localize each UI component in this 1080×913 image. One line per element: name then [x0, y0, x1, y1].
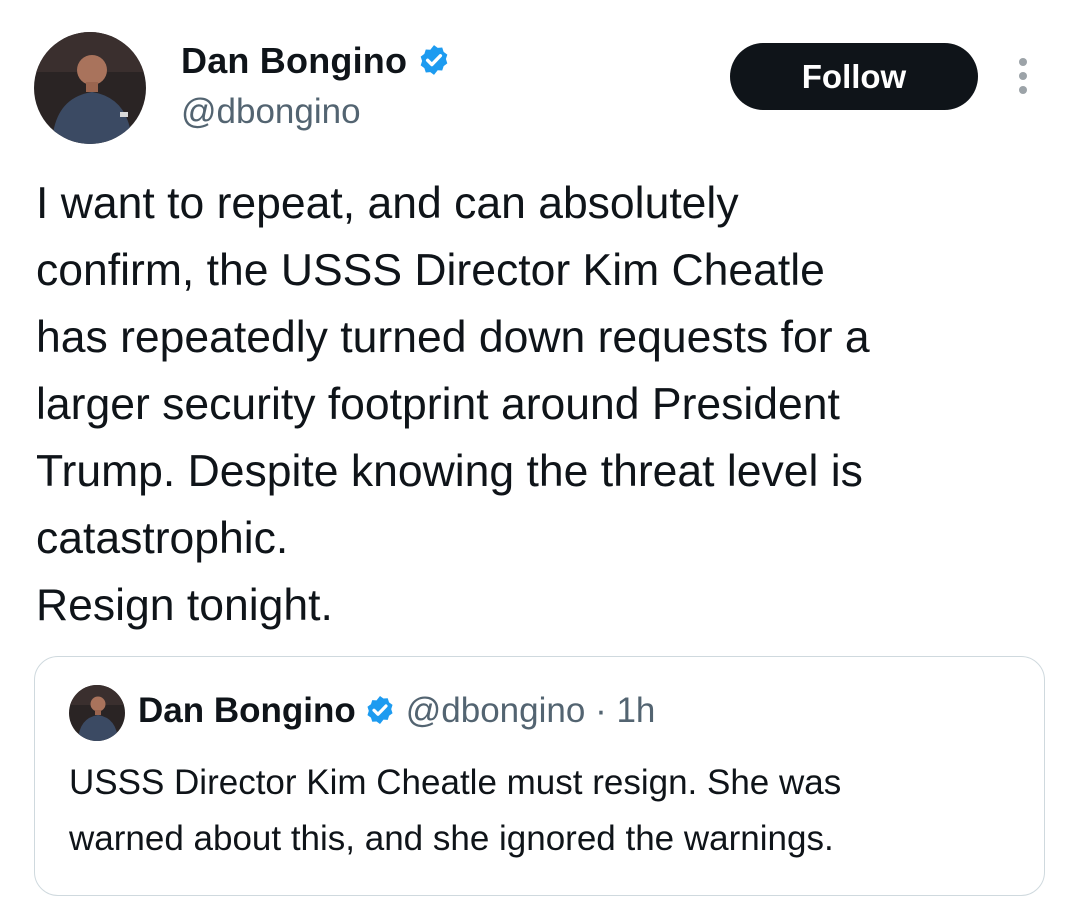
dot-separator: · [595, 691, 607, 730]
quoted-tweet-time[interactable]: 1h [616, 691, 655, 730]
quoted-author-avatar[interactable] [69, 685, 125, 741]
follow-button[interactable]: Follow [730, 43, 978, 110]
author-name-text[interactable]: Dan Bongino [181, 40, 407, 81]
author-name[interactable]: Dan Bongino [181, 40, 451, 82]
tweet-text-line: larger security footprint around Preside… [36, 380, 840, 429]
quoted-text-line: USSS Director Kim Cheatle must resign. S… [69, 763, 842, 802]
tweet-text-line: Trump. Despite knowing the threat level … [36, 447, 863, 496]
tweet-text-line: confirm, the USSS Director Kim Cheatle [36, 246, 825, 295]
quoted-author-handle[interactable]: @dbongino [406, 691, 586, 730]
tweet-text-line: Resign tonight. [36, 581, 333, 630]
verified-badge-icon [417, 43, 451, 77]
author-handle[interactable]: @dbongino [181, 92, 361, 132]
quoted-author-name[interactable]: Dan Bongino [138, 691, 356, 730]
quoted-tweet-card[interactable]: Dan Bongino @dbongino · 1h USSS Director … [34, 656, 1045, 896]
quoted-tweet-text: USSS Director Kim Cheatle must resign. S… [69, 755, 1029, 867]
verified-badge-icon [364, 694, 396, 726]
tweet-text: I want to repeat, and can absolutely con… [36, 170, 1056, 639]
author-avatar[interactable] [34, 32, 146, 144]
quoted-tweet-header: Dan Bongino @dbongino · 1h [138, 691, 655, 731]
quoted-text-line: warned about this, and she ignored the w… [69, 819, 834, 858]
tweet-text-line: catastrophic. [36, 514, 289, 563]
more-vertical-icon[interactable] [1011, 58, 1035, 98]
tweet-text-line: has repeatedly turned down requests for … [36, 313, 870, 362]
tweet-text-line: I want to repeat, and can absolutely [36, 179, 739, 228]
